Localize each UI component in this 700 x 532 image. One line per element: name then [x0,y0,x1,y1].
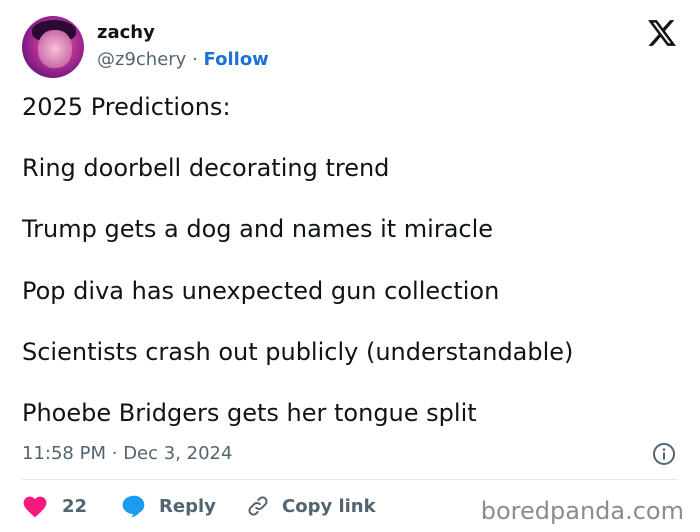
author-name[interactable]: zachy [97,22,155,43]
post-line: Pop diva has unexpected gun collection [22,277,500,305]
x-logo-icon[interactable] [648,20,676,46]
post-timestamp[interactable]: 11:58 PM · Dec 3, 2024 [22,443,232,464]
watermark: boredpanda.com [480,497,684,525]
link-icon [248,496,268,516]
like-button[interactable]: 22 [22,493,87,519]
post-time: 11:58 PM [22,443,106,464]
post-line: Scientists crash out publicly (understan… [22,338,574,366]
timestamp-separator: · [111,443,118,464]
author-handle-row: @z9chery · Follow [97,49,269,70]
post-line-title: 2025 Predictions: [22,93,231,121]
post-date: Dec 3, 2024 [123,443,233,464]
reply-button[interactable]: Reply [121,493,216,519]
follow-button[interactable]: Follow [204,49,269,70]
like-count: 22 [62,495,88,517]
avatar-face [38,30,72,68]
divider [22,479,678,480]
copy-link-label: Copy link [282,495,376,517]
avatar[interactable] [22,16,84,78]
post-line: Ring doorbell decorating trend [22,154,390,182]
reply-label: Reply [159,495,216,517]
reply-bubble-icon [122,495,145,518]
author-handle[interactable]: @z9chery [97,49,186,70]
copy-link-button[interactable]: Copy link [246,493,376,519]
heart-icon [23,496,47,518]
post-line: Trump gets a dog and names it miracle [22,215,494,243]
post-line: Phoebe Bridgers gets her tongue split [22,399,477,427]
handle-separator: · [192,49,198,70]
info-icon[interactable] [652,442,676,466]
